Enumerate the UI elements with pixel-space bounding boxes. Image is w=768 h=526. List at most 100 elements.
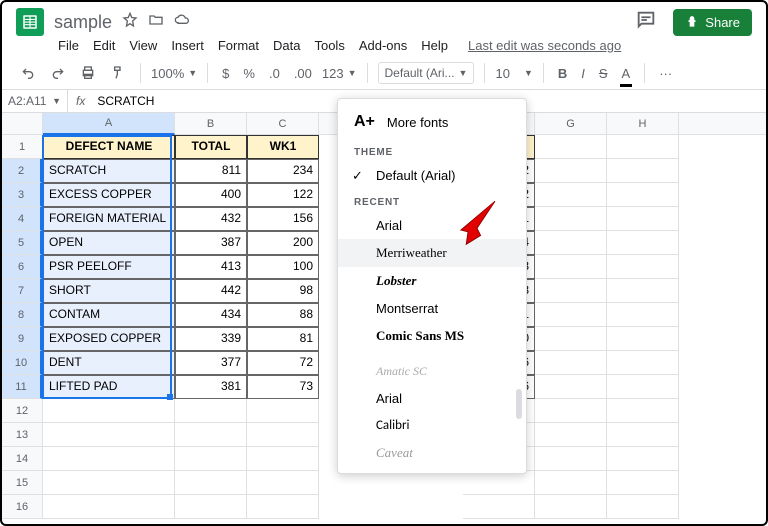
cell[interactable] xyxy=(43,399,175,423)
row-header[interactable]: 2 xyxy=(2,159,42,183)
cell[interactable]: 73 xyxy=(247,375,319,399)
menu-addons[interactable]: Add-ons xyxy=(359,38,407,53)
cell[interactable]: TOTAL xyxy=(175,135,247,159)
cell[interactable]: CONTAM xyxy=(43,303,175,327)
cell[interactable] xyxy=(535,399,607,423)
cell[interactable] xyxy=(247,399,319,423)
cell[interactable] xyxy=(463,495,535,519)
cell[interactable] xyxy=(607,495,679,519)
select-all-corner[interactable] xyxy=(2,113,42,135)
cell[interactable] xyxy=(607,399,679,423)
cell[interactable]: 339 xyxy=(175,327,247,351)
paint-format-button[interactable] xyxy=(106,61,130,85)
cell[interactable]: 81 xyxy=(247,327,319,351)
cell[interactable]: FOREIGN MATERIAL xyxy=(43,207,175,231)
toolbar-more-button[interactable]: ··· xyxy=(655,62,676,85)
comments-icon[interactable] xyxy=(635,9,657,36)
font-item[interactable]: Caveat xyxy=(338,439,526,467)
cell[interactable] xyxy=(43,471,175,495)
font-item[interactable]: Calibri xyxy=(338,412,526,439)
row-header[interactable]: 4 xyxy=(2,207,42,231)
font-item[interactable]: Amatic SC xyxy=(338,358,526,385)
cell[interactable] xyxy=(463,471,535,495)
italic-button[interactable]: I xyxy=(577,62,589,85)
cell[interactable]: 156 xyxy=(247,207,319,231)
col-header[interactable]: C xyxy=(247,113,319,134)
move-icon[interactable] xyxy=(148,12,164,33)
cell[interactable] xyxy=(175,399,247,423)
number-format-select[interactable]: 123▼ xyxy=(322,66,357,81)
cell[interactable] xyxy=(43,447,175,471)
cell[interactable]: 381 xyxy=(175,375,247,399)
cell[interactable] xyxy=(247,447,319,471)
cell[interactable]: 400 xyxy=(175,183,247,207)
cell[interactable] xyxy=(175,447,247,471)
cell[interactable] xyxy=(607,255,679,279)
cell[interactable]: 100 xyxy=(247,255,319,279)
cell[interactable]: 434 xyxy=(175,303,247,327)
cell[interactable] xyxy=(535,183,607,207)
row-header[interactable]: 16 xyxy=(2,495,42,519)
cell[interactable] xyxy=(535,255,607,279)
cell[interactable] xyxy=(607,351,679,375)
cell[interactable] xyxy=(607,207,679,231)
name-box[interactable]: A2:A11▼ xyxy=(2,90,68,112)
last-edit-link[interactable]: Last edit was seconds ago xyxy=(468,38,621,53)
cell[interactable]: 72 xyxy=(247,351,319,375)
cloud-status-icon[interactable] xyxy=(174,12,190,33)
row-header[interactable]: 9 xyxy=(2,327,42,351)
menu-file[interactable]: File xyxy=(58,38,79,53)
decrease-decimal-button[interactable]: .0 xyxy=(265,62,284,85)
cell[interactable] xyxy=(535,279,607,303)
cell[interactable] xyxy=(535,471,607,495)
col-header[interactable]: G xyxy=(535,113,607,134)
col-header[interactable]: B xyxy=(175,113,247,134)
cell[interactable] xyxy=(43,495,175,519)
document-title[interactable]: sample xyxy=(54,12,112,33)
cell[interactable] xyxy=(535,351,607,375)
strikethrough-button[interactable]: S xyxy=(595,62,612,85)
format-currency-button[interactable]: $ xyxy=(218,62,233,85)
cell[interactable]: 234 xyxy=(247,159,319,183)
menu-tools[interactable]: Tools xyxy=(314,38,344,53)
cell[interactable]: EXCESS COPPER xyxy=(43,183,175,207)
menu-view[interactable]: View xyxy=(129,38,157,53)
cell[interactable]: OPEN xyxy=(43,231,175,255)
redo-button[interactable] xyxy=(46,61,70,85)
cell[interactable] xyxy=(175,471,247,495)
cell[interactable] xyxy=(535,207,607,231)
cell[interactable] xyxy=(535,327,607,351)
cell[interactable] xyxy=(607,375,679,399)
row-header[interactable]: 11 xyxy=(2,375,42,399)
bold-button[interactable]: B xyxy=(554,62,571,85)
row-header[interactable]: 6 xyxy=(2,255,42,279)
cell[interactable] xyxy=(607,159,679,183)
cell[interactable] xyxy=(43,423,175,447)
cell[interactable] xyxy=(535,303,607,327)
row-header[interactable]: 14 xyxy=(2,447,42,471)
cell[interactable] xyxy=(535,423,607,447)
cell[interactable] xyxy=(535,495,607,519)
cell[interactable]: 387 xyxy=(175,231,247,255)
cell[interactable]: DENT xyxy=(43,351,175,375)
font-item[interactable]: Arial xyxy=(338,385,526,412)
share-button[interactable]: Share xyxy=(673,9,752,36)
menu-edit[interactable]: Edit xyxy=(93,38,115,53)
cell[interactable]: 413 xyxy=(175,255,247,279)
zoom-select[interactable]: 100%▼ xyxy=(151,66,197,81)
sheets-logo[interactable] xyxy=(16,8,44,36)
format-percent-button[interactable]: % xyxy=(239,62,259,85)
menu-insert[interactable]: Insert xyxy=(171,38,204,53)
font-item[interactable]: Lobster xyxy=(338,267,526,295)
cell[interactable] xyxy=(175,423,247,447)
text-color-button[interactable]: A xyxy=(618,62,635,85)
cell[interactable] xyxy=(535,135,607,159)
cell[interactable]: EXPOSED COPPER xyxy=(43,327,175,351)
cell[interactable] xyxy=(175,495,247,519)
cell[interactable]: SHORT xyxy=(43,279,175,303)
cell[interactable]: DEFECT NAME xyxy=(43,135,175,159)
cell[interactable]: WK1 xyxy=(247,135,319,159)
row-header[interactable]: 1 xyxy=(2,135,42,159)
cell[interactable] xyxy=(607,231,679,255)
cell[interactable]: LIFTED PAD xyxy=(43,375,175,399)
